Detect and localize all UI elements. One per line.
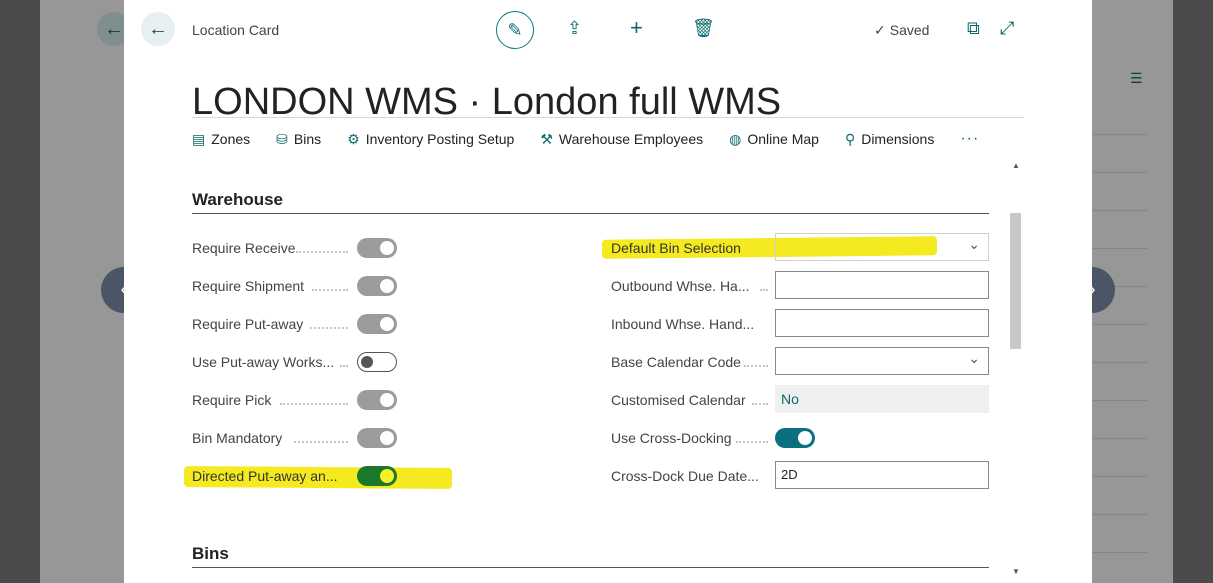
field-label: Base Calendar Code [611,354,741,370]
field-label: Cross-Dock Due Date... [611,468,759,484]
action-label: Bins [293,131,322,147]
trash-icon[interactable]: 🗑 [692,18,715,39]
use-cross-docking-toggle[interactable] [775,428,815,448]
field-dots [736,439,768,443]
scroll-up-icon[interactable]: ▲ [1012,161,1020,170]
plus-icon[interactable]: + [630,15,643,41]
action-dimensions[interactable]: ⚲ Dimensions [845,131,934,148]
require-pick-toggle[interactable] [357,390,397,410]
globe-icon: ◍ [729,130,742,147]
inbound-whse-handling-time-input[interactable] [775,309,989,337]
field-label: Require Pick [192,392,272,408]
field-label: Require Shipment [192,278,305,294]
scrollbar-thumb[interactable] [1010,213,1021,349]
open-new-window-icon[interactable]: ⧉ [967,18,980,39]
toggle-knob [798,431,812,445]
toggle-knob [380,317,394,331]
field-label: Directed Put-away an... [192,468,338,484]
field-label: Require Put-away [192,316,304,332]
field-dots [280,401,348,405]
cross-dock-due-date-calc-input[interactable]: 2D [775,461,989,489]
section-title-warehouse: Warehouse [192,190,284,209]
field-dots [310,325,348,329]
field-label: Default Bin Selection [611,240,741,256]
save-status-label: Saved [889,22,930,38]
action-label: Warehouse Employees [558,131,704,147]
section-title-bins: Bins [192,544,229,563]
bin-mandatory-toggle[interactable] [357,428,397,448]
back-arrow-icon[interactable]: ← [141,12,175,46]
outbound-whse-handling-time-input[interactable] [775,271,989,299]
field-label: Customised Calendar [611,392,746,408]
field-dots [752,401,768,405]
pencil-icon[interactable]: ✎ [496,11,534,49]
share-icon[interactable]: ⇪ [567,18,582,39]
field-label: Require Receive [192,240,296,256]
bins-icon: ⛁ [276,130,288,147]
field-label: Bin Mandatory [192,430,283,446]
setup-icon: ⚙ [347,130,360,147]
toggle-knob [380,431,394,445]
field-dots [296,249,348,253]
toggle-knob [361,356,373,368]
zones-icon: ▤ [192,130,206,147]
field-label: Use Cross-Docking [611,430,732,446]
field-dots [744,363,768,367]
action-inventory-posting-setup[interactable]: ⚙ Inventory Posting Setup [347,131,514,148]
field-dots [312,287,348,291]
more-actions-icon[interactable]: ··· [960,130,979,148]
action-bins[interactable]: ⛁ Bins [276,131,321,148]
use-put-away-worksheet-toggle[interactable] [357,352,397,372]
action-warehouse-employees[interactable]: ⚒ Warehouse Employees [540,131,703,148]
toggle-knob [380,469,394,483]
dimensions-icon: ⚲ [844,130,856,147]
field-label: Inbound Whse. Hand... [611,316,755,332]
toggle-knob [380,279,394,293]
directed-put-away-and-pick-toggle[interactable] [357,466,397,486]
field-label: Use Put-away Works... [192,354,335,370]
page-title: LONDON WMS · London full WMS [192,81,782,124]
chevron-down-icon: ⌄ [968,350,980,366]
readonly-value: No [781,391,799,407]
breadcrumb: Location Card [192,22,280,38]
field-label: Outbound Whse. Ha... [611,278,750,294]
action-label: Inventory Posting Setup [365,131,515,147]
default-bin-selection-select[interactable]: ⌄ [775,233,989,261]
vertical-scrollbar[interactable]: ▲ ▼ [1008,157,1024,583]
toggle-knob [380,241,394,255]
require-put-away-toggle[interactable] [357,314,397,334]
section-divider [192,213,989,214]
scroll-down-icon[interactable]: ▼ [1012,567,1020,576]
field-dots [760,287,768,291]
toggle-knob [380,393,394,407]
action-online-map[interactable]: ◍ Online Map [729,131,819,148]
require-shipment-toggle[interactable] [357,276,397,296]
chevron-down-icon: ⌄ [968,236,980,252]
employees-icon: ⚒ [540,130,553,147]
require-receive-toggle[interactable] [357,238,397,258]
section-divider [192,567,989,568]
field-dots [340,363,348,367]
action-label: Dimensions [861,131,935,147]
action-label: Online Map [747,131,819,147]
expand-icon[interactable]: ⤢ [1000,18,1014,39]
checkmark-icon: ✓ [874,22,886,38]
input-value: 2D [781,467,798,482]
action-bar: ▤ Zones ⛁ Bins ⚙ Inventory Posting Setup ⚒ W… [192,129,979,149]
base-calendar-code-select[interactable]: ⌄ [775,347,989,375]
customised-calendar-value[interactable]: No [775,385,989,413]
action-zones[interactable]: ▤ Zones [192,131,250,148]
action-label: Zones [211,131,251,147]
field-dots [294,439,348,443]
divider [192,117,1024,118]
save-status: ✓ Saved [874,22,929,39]
